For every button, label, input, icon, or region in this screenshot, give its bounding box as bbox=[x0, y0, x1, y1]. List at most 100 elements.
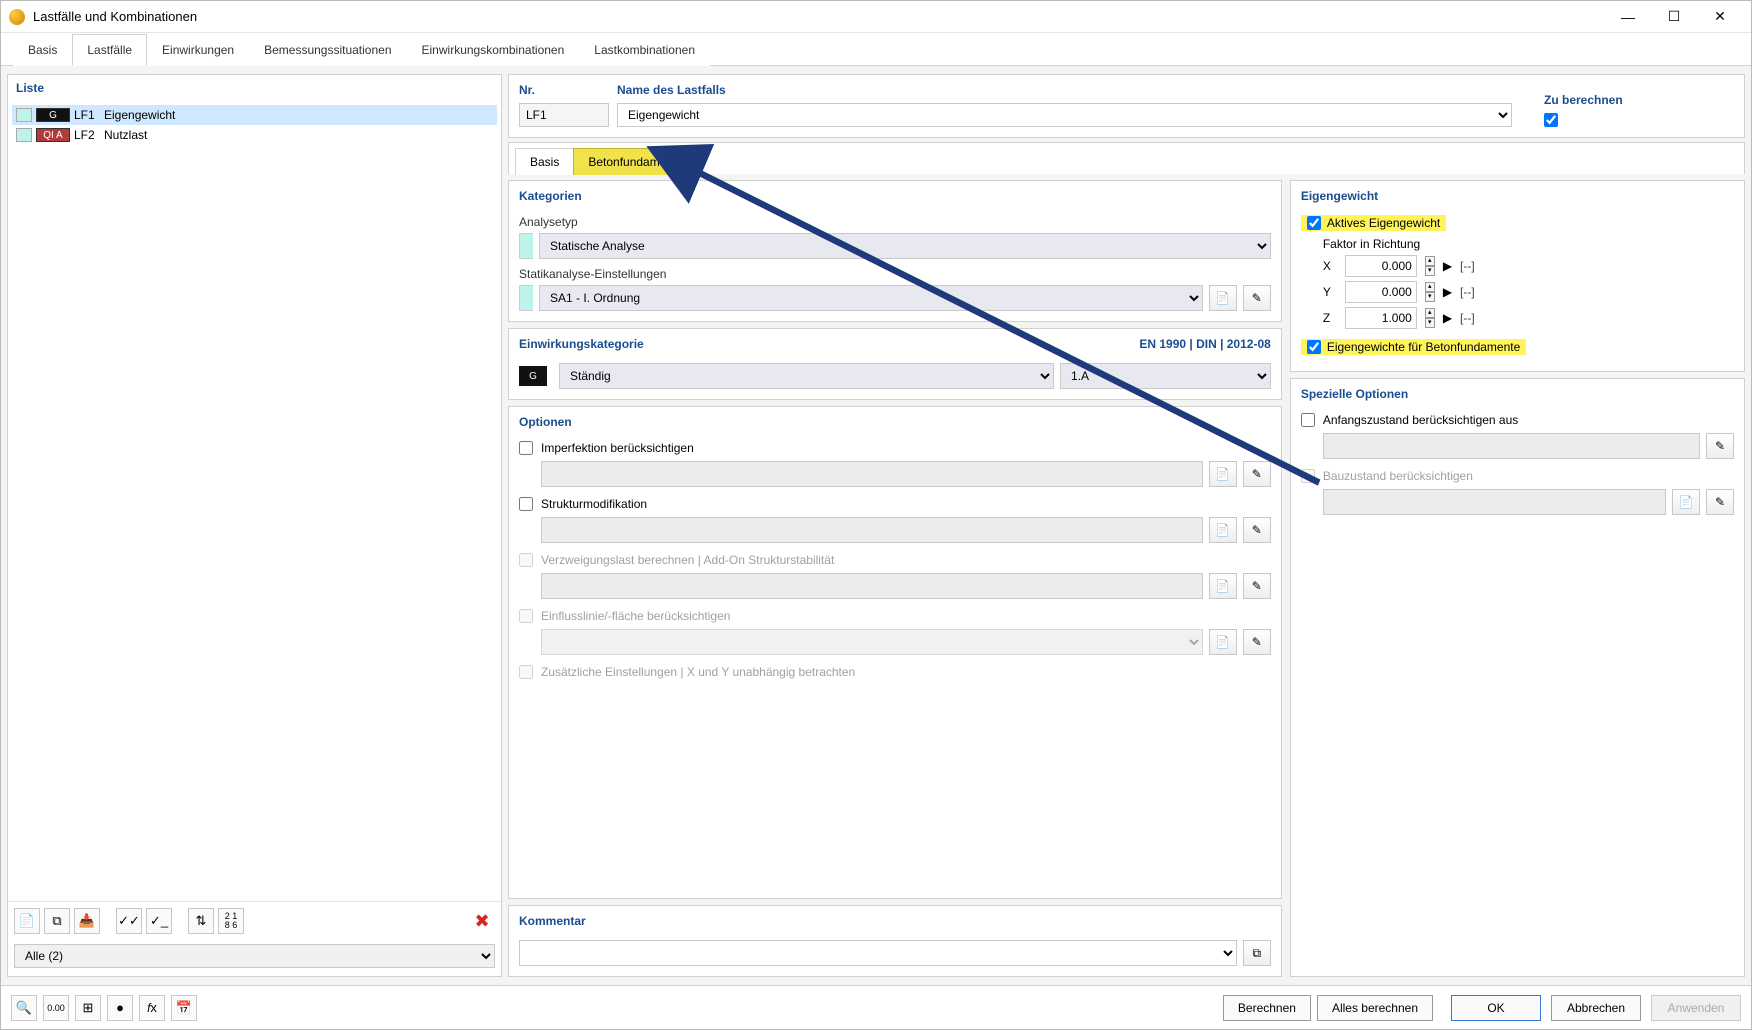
play-icon[interactable]: ▶ bbox=[1443, 285, 1452, 299]
bauzustand-field bbox=[1323, 489, 1666, 515]
maximize-button[interactable]: ☐ bbox=[1651, 1, 1697, 33]
eigengewicht-header: Eigengewicht bbox=[1291, 181, 1744, 209]
tab-basis[interactable]: Basis bbox=[13, 34, 72, 66]
alles-berechnen-button[interactable]: Alles berechnen bbox=[1317, 995, 1433, 1021]
list-item[interactable]: QI A LF2 Nutzlast bbox=[12, 125, 497, 145]
model-icon[interactable]: ⊞ bbox=[75, 995, 101, 1021]
abbrechen-button[interactable]: Abbrechen bbox=[1551, 995, 1641, 1021]
imperf-label: Imperfektion berücksichtigen bbox=[541, 441, 1271, 455]
new-icon[interactable]: 📄 bbox=[1209, 461, 1237, 487]
beton-eigengewicht-checkbox[interactable] bbox=[1307, 340, 1321, 354]
category-badge: QI A bbox=[36, 128, 70, 142]
aktiv-eigengewicht-checkbox[interactable] bbox=[1307, 216, 1321, 230]
liste-header: Liste bbox=[8, 75, 501, 101]
tab-bemessung[interactable]: Bemessungssituationen bbox=[249, 34, 406, 66]
kommentar-edit-icon[interactable]: ⧉ bbox=[1243, 940, 1271, 966]
import-icon[interactable]: 📥 bbox=[74, 908, 100, 934]
imperf-field[interactable] bbox=[541, 461, 1203, 487]
close-button[interactable]: ✕ bbox=[1697, 1, 1743, 33]
analysetyp-label: Analysetyp bbox=[519, 215, 1271, 229]
einwirkung-select[interactable]: Ständig bbox=[559, 363, 1054, 389]
list-item[interactable]: G LF1 Eigengewicht bbox=[12, 105, 497, 125]
tab-lastfaelle[interactable]: Lastfälle bbox=[72, 34, 147, 66]
units-icon[interactable]: 0.00 bbox=[43, 995, 69, 1021]
ok-button[interactable]: OK bbox=[1451, 995, 1541, 1021]
tab-lastkombi[interactable]: Lastkombinationen bbox=[579, 34, 710, 66]
new-icon: 📄 bbox=[1209, 573, 1237, 599]
einwirkung-header: Einwirkungskategorie bbox=[519, 337, 644, 351]
tab-einwirkungen[interactable]: Einwirkungen bbox=[147, 34, 249, 66]
kommentar-select[interactable] bbox=[519, 940, 1237, 966]
einwirkung-num-select[interactable]: 1.A bbox=[1060, 363, 1271, 389]
name-select[interactable]: Eigengewicht bbox=[617, 103, 1512, 127]
new-settings-icon[interactable]: 📄 bbox=[1209, 285, 1237, 311]
factor-x-input[interactable] bbox=[1345, 255, 1417, 277]
calc-checkbox[interactable] bbox=[1544, 113, 1558, 127]
search-icon[interactable]: 🔍 bbox=[11, 995, 37, 1021]
edit-icon[interactable]: ✎ bbox=[1243, 517, 1271, 543]
edit-icon: ✎ bbox=[1243, 573, 1271, 599]
edit-icon[interactable]: ✎ bbox=[1243, 461, 1271, 487]
anfang-field[interactable] bbox=[1323, 433, 1700, 459]
new-icon[interactable]: 📄 bbox=[14, 908, 40, 934]
edit-icon[interactable]: ✎ bbox=[1706, 433, 1734, 459]
app-icon bbox=[9, 9, 25, 25]
faktor-label: Faktor in Richtung bbox=[1323, 237, 1734, 251]
loadcase-name: Eigengewicht bbox=[104, 108, 175, 122]
check-all-icon[interactable]: ✓✓ bbox=[116, 908, 142, 934]
window-title: Lastfälle und Kombinationen bbox=[33, 9, 1605, 24]
anfang-checkbox[interactable] bbox=[1301, 413, 1315, 427]
name-label: Name des Lastfalls bbox=[617, 83, 1512, 97]
minimize-button[interactable]: — bbox=[1605, 1, 1651, 33]
kommentar-header: Kommentar bbox=[509, 906, 1281, 934]
spezielle-header: Spezielle Optionen bbox=[1291, 379, 1744, 407]
subtab-basis[interactable]: Basis bbox=[515, 148, 574, 175]
nr-label: Nr. bbox=[519, 83, 609, 97]
calc-label: Zu berechnen bbox=[1544, 93, 1734, 107]
loadcase-name: Nutzlast bbox=[104, 128, 147, 142]
loadcase-id: LF1 bbox=[74, 108, 100, 122]
color-chip bbox=[519, 233, 533, 259]
copy-icon[interactable]: ⧉ bbox=[44, 908, 70, 934]
factor-y-input[interactable] bbox=[1345, 281, 1417, 303]
uncheck-all-icon[interactable]: ✓_ bbox=[146, 908, 172, 934]
loadcase-id: LF2 bbox=[74, 128, 100, 142]
delete-icon[interactable]: ✖ bbox=[469, 908, 495, 934]
sort-icon[interactable]: ⇅ bbox=[188, 908, 214, 934]
nr-input[interactable] bbox=[519, 103, 609, 127]
spinner-icon[interactable]: ▴▾ bbox=[1425, 282, 1435, 302]
einfluss-field bbox=[541, 629, 1203, 655]
zusatz-label: Zusätzliche Einstellungen | X und Y unab… bbox=[541, 665, 1271, 679]
factor-z-input[interactable] bbox=[1345, 307, 1417, 329]
berechnen-button[interactable]: Berechnen bbox=[1223, 995, 1311, 1021]
subtab-betonfundamente[interactable]: Betonfundamente bbox=[573, 148, 698, 175]
struktur-field[interactable] bbox=[541, 517, 1203, 543]
category-badge: G bbox=[36, 108, 70, 122]
spinner-icon[interactable]: ▴▾ bbox=[1425, 256, 1435, 276]
edit-settings-icon[interactable]: ✎ bbox=[1243, 285, 1271, 311]
imperf-checkbox[interactable] bbox=[519, 441, 533, 455]
renumber-icon[interactable]: 2 18 6 bbox=[218, 908, 244, 934]
liste-listbox[interactable]: G LF1 Eigengewicht QI A LF2 Nutzlast bbox=[8, 101, 501, 901]
optionen-header: Optionen bbox=[509, 407, 1281, 435]
code-standard: EN 1990 | DIN | 2012-08 bbox=[1139, 337, 1270, 351]
fx-icon[interactable]: fx bbox=[139, 995, 165, 1021]
calendar-icon[interactable]: 📅 bbox=[171, 995, 197, 1021]
analysetyp-select[interactable]: Statische Analyse bbox=[539, 233, 1271, 259]
edit-icon: ✎ bbox=[1706, 489, 1734, 515]
einfluss-label: Einflusslinie/-fläche berücksichtigen bbox=[541, 609, 1271, 623]
color-chip bbox=[519, 285, 533, 311]
play-icon[interactable]: ▶ bbox=[1443, 259, 1452, 273]
spinner-icon[interactable]: ▴▾ bbox=[1425, 308, 1435, 328]
beton-eigengewicht-label: Eigengewichte für Betonfundamente bbox=[1327, 340, 1520, 354]
new-icon: 📄 bbox=[1209, 629, 1237, 655]
record-icon[interactable]: ● bbox=[107, 995, 133, 1021]
verzweig-checkbox bbox=[519, 553, 533, 567]
color-swatch bbox=[16, 108, 32, 122]
new-icon[interactable]: 📄 bbox=[1209, 517, 1237, 543]
struktur-checkbox[interactable] bbox=[519, 497, 533, 511]
play-icon[interactable]: ▶ bbox=[1443, 311, 1452, 325]
filter-select[interactable]: Alle (2) bbox=[14, 944, 495, 968]
statik-select[interactable]: SA1 - I. Ordnung bbox=[539, 285, 1203, 311]
tab-einwirkungskombi[interactable]: Einwirkungskombinationen bbox=[407, 34, 580, 66]
